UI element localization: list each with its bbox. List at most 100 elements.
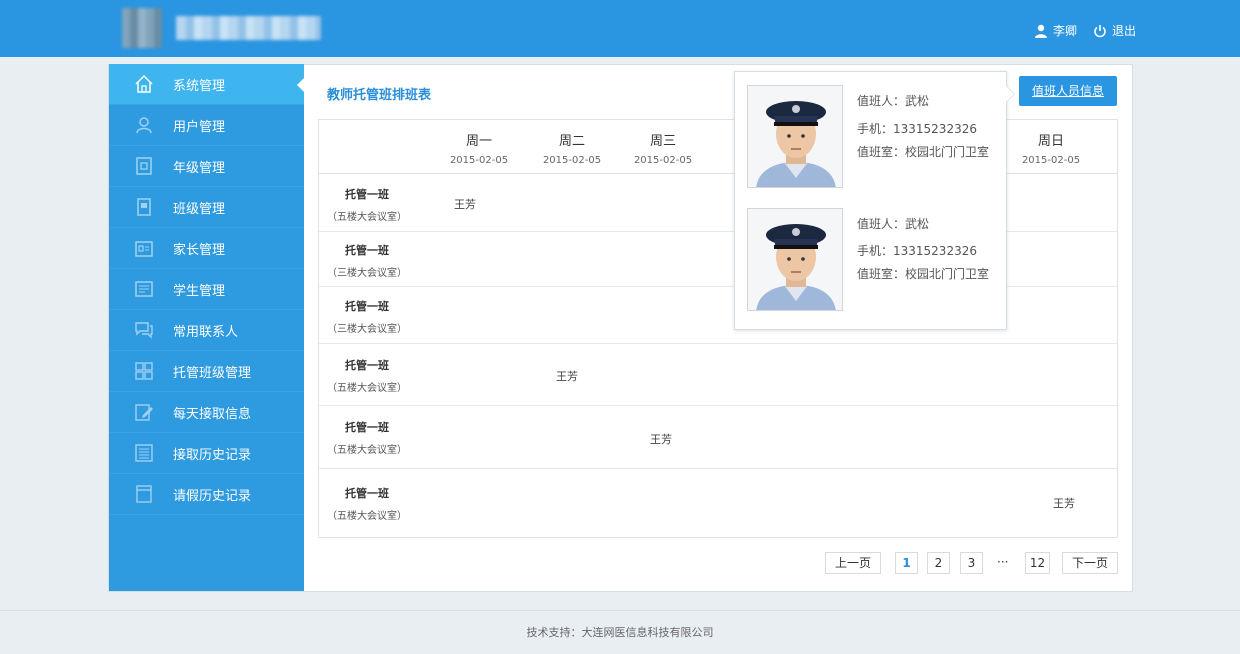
user-name: 李卿 [1053, 24, 1078, 38]
sidebar-item-label: 家长管理 [173, 242, 226, 258]
sidebar-item-label: 学生管理 [173, 283, 226, 299]
teacher-cell[interactable]: 王芳 [650, 431, 672, 447]
page-button-2[interactable]: 2 [927, 552, 950, 574]
edit-icon [135, 404, 153, 421]
day-column-sun: 周日 2015-02-05 [1006, 130, 1096, 166]
grid-icon [135, 362, 153, 380]
duty-person-name: 值班人：武松 [857, 94, 930, 108]
duty-info-button[interactable]: 值班人员信息 [1019, 76, 1117, 106]
day-label: 周二 [558, 134, 585, 149]
day-date: 2015-02-05 [542, 155, 602, 166]
sidebar-item-system[interactable]: 系统管理 [109, 64, 305, 105]
class-cell: 托管一班 （五楼大会议室） [319, 485, 415, 522]
class-room: （三楼大会议室） [327, 324, 407, 335]
sidebar-item-label: 接取历史记录 [173, 447, 252, 463]
sidebar: 系统管理 用户管理 年级管理 班级管理 家长管理 学生管理 常用联系人 托管班级… [109, 64, 305, 591]
user-icon [1035, 24, 1047, 38]
class-room: （三楼大会议室） [327, 268, 407, 279]
sidebar-item-label: 每天接取信息 [173, 406, 252, 422]
table-row: 托管一班 （五楼大会议室） 王芳 [319, 469, 1117, 537]
duty-info-popover: 值班人：武松 手机：13315232326 值班室：校园北门门卫室 值班人：武松… [734, 71, 1015, 330]
sidebar-item-label: 用户管理 [173, 119, 226, 135]
day-date: 2015-02-05 [449, 155, 509, 166]
top-header: 李卿 退出 [0, 0, 1240, 57]
sidebar-item-label: 班级管理 [173, 201, 226, 217]
class-cell: 托管一班 （三楼大会议室） [319, 242, 415, 279]
page-button-last[interactable]: 12 [1025, 552, 1050, 574]
class-name: 托管一班 [345, 188, 389, 201]
class-room: （五楼大会议室） [327, 445, 407, 456]
pagination-ellipsis: ··· [997, 555, 1009, 569]
class-name: 托管一班 [345, 244, 389, 257]
class-name: 托管一班 [345, 487, 389, 500]
class-name: 托管一班 [345, 359, 389, 372]
logo-icon [122, 8, 162, 48]
duty-person-card: 值班人：武松 手机：13315232326 值班室：校园北门门卫室 [747, 208, 997, 312]
class-icon [137, 198, 151, 216]
doc-icon [136, 485, 152, 503]
duty-person-room: 值班室：校园北门门卫室 [857, 267, 990, 281]
sidebar-item-pickup-history[interactable]: 接取历史记录 [109, 433, 304, 474]
officer-avatar-icon [748, 86, 842, 187]
duty-person-name: 值班人：武松 [857, 217, 930, 231]
day-label: 周一 [465, 134, 492, 149]
class-room: （五楼大会议室） [327, 212, 407, 223]
class-cell: 托管一班 （三楼大会议室） [319, 298, 415, 335]
duty-person-card: 值班人：武松 手机：13315232326 值班室：校园北门门卫室 [747, 85, 997, 189]
day-column-mon: 周一 2015-02-05 [434, 130, 524, 166]
sidebar-item-daily-pickup[interactable]: 每天接取信息 [109, 392, 304, 433]
current-user[interactable]: 李卿 [1034, 22, 1077, 39]
sidebar-item-users[interactable]: 用户管理 [109, 105, 304, 146]
page-button-3[interactable]: 3 [960, 552, 983, 574]
table-row: 托管一班 （五楼大会议室） 王芳 [319, 406, 1117, 469]
teacher-cell[interactable]: 王芳 [556, 368, 578, 384]
teacher-cell[interactable]: 王芳 [454, 196, 476, 212]
parent-icon [135, 241, 153, 257]
day-date: 2015-02-05 [633, 155, 693, 166]
next-page-button[interactable]: 下一页 [1062, 552, 1118, 574]
duty-person-room: 值班室：校园北门门卫室 [857, 145, 990, 159]
sidebar-item-classes[interactable]: 班级管理 [109, 187, 304, 228]
power-icon [1094, 24, 1106, 37]
chat-icon [135, 322, 153, 339]
day-label: 周日 [1037, 134, 1064, 149]
student-icon [135, 281, 153, 297]
user-icon [136, 117, 152, 134]
day-date: 2015-02-05 [1021, 155, 1081, 166]
logout-label: 退出 [1112, 24, 1137, 38]
page-button-1[interactable]: 1 [895, 552, 918, 574]
sidebar-item-label: 常用联系人 [173, 324, 239, 340]
sidebar-item-students[interactable]: 学生管理 [109, 269, 304, 310]
duty-person-phone: 手机：13315232326 [857, 244, 977, 258]
class-name: 托管一班 [345, 421, 389, 434]
day-column-tue: 周二 2015-02-05 [527, 130, 617, 166]
logout-button[interactable]: 退出 [1093, 22, 1136, 39]
footer: 技术支持：大连网医信息科技有限公司 [0, 610, 1240, 654]
teacher-cell[interactable]: 王芳 [1053, 495, 1075, 511]
sidebar-item-label: 请假历史记录 [173, 488, 252, 504]
officer-photo [747, 208, 843, 311]
duty-person-phone: 手机：13315232326 [857, 122, 977, 136]
prev-page-button[interactable]: 上一页 [825, 552, 881, 574]
grade-icon [136, 157, 152, 175]
day-label: 周三 [649, 134, 676, 149]
sidebar-item-label: 托管班级管理 [173, 365, 252, 381]
officer-photo [747, 85, 843, 188]
class-name: 托管一班 [345, 300, 389, 313]
list-icon [135, 444, 153, 462]
sidebar-item-parents[interactable]: 家长管理 [109, 228, 304, 269]
class-cell: 托管一班 （五楼大会议室） [319, 419, 415, 456]
sidebar-item-grades[interactable]: 年级管理 [109, 146, 304, 187]
class-cell: 托管一班 （五楼大会议室） [319, 357, 415, 394]
page-title: 教师托管班排班表 [327, 88, 432, 103]
sidebar-item-label: 年级管理 [173, 160, 226, 176]
class-room: （五楼大会议室） [327, 511, 407, 522]
sidebar-item-care-classes[interactable]: 托管班级管理 [109, 351, 304, 392]
officer-avatar-icon [748, 209, 842, 310]
sidebar-item-contacts[interactable]: 常用联系人 [109, 310, 304, 351]
home-icon [135, 74, 153, 93]
sidebar-item-label: 系统管理 [173, 78, 226, 94]
class-cell: 托管一班 （五楼大会议室） [319, 186, 415, 223]
class-room: （五楼大会议室） [327, 383, 407, 394]
sidebar-item-leave-history[interactable]: 请假历史记录 [109, 474, 304, 515]
